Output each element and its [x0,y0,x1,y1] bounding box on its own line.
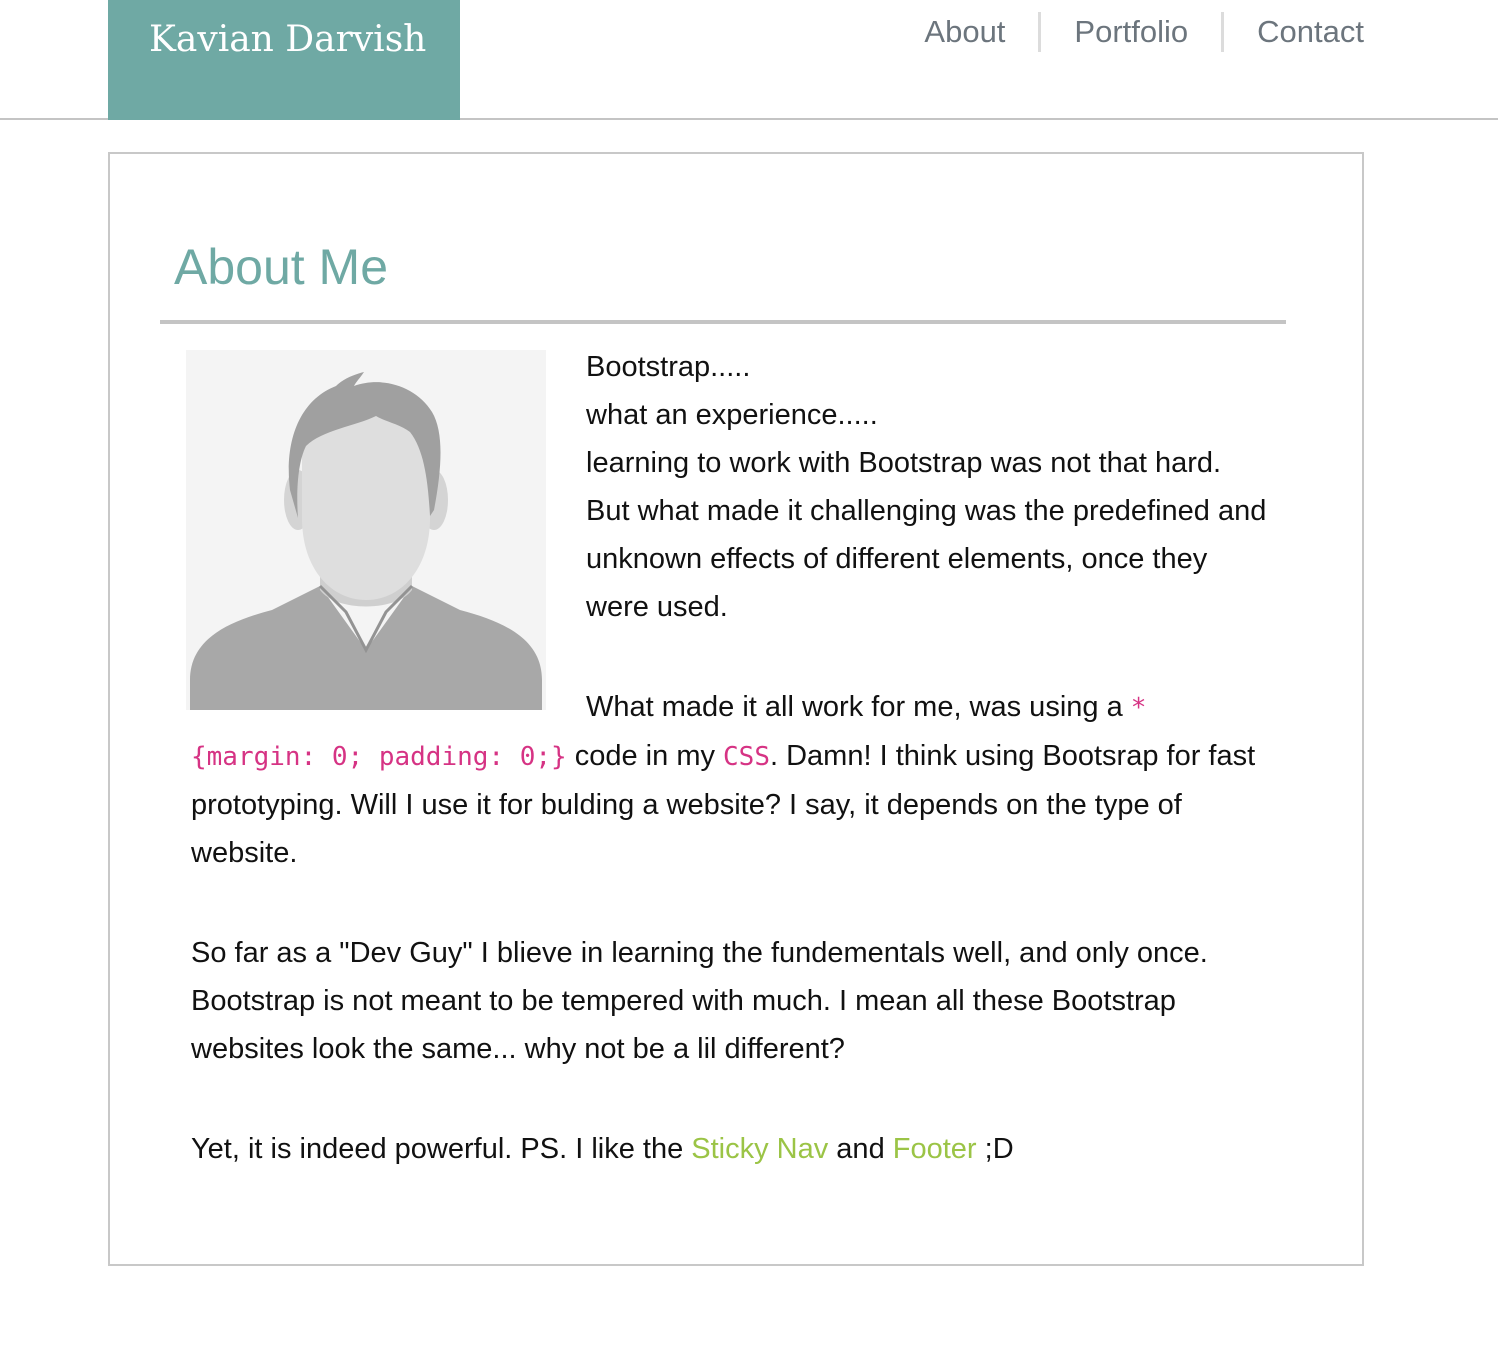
sticky-nav-link[interactable]: Sticky Nav [691,1133,828,1165]
about-card: About Me Bootstrap..... what an experien… [108,152,1364,1266]
css-text-b: code in my [566,740,724,772]
about-content: Bootstrap..... what an experience..... l… [186,350,1271,1225]
powerful-text-c: ;D [976,1133,1014,1165]
intro-line-1: Bootstrap..... [586,351,751,383]
title-divider [160,320,1286,324]
code-css: CSS [723,742,770,772]
avatar [186,350,546,710]
paragraph-powerful: Yet, it is indeed powerful. PS. I like t… [191,1125,1271,1173]
nav-about[interactable]: About [924,12,1005,52]
nav-divider [1221,12,1225,52]
paragraph-dev-guy: So far as a "Dev Guy" I blieve in learni… [191,937,1208,1065]
css-text-a: What made it all work for me, was using … [586,691,1131,723]
powerful-text-a: Yet, it is indeed powerful. PS. I like t… [191,1133,692,1165]
brand-logo[interactable]: Kavian Darvish [108,0,460,120]
paragraph-css: What made it all work for me, was using … [191,683,1271,877]
main-nav: About Portfolio Contact [924,12,1364,52]
nav-portfolio[interactable]: Portfolio [1074,12,1188,52]
intro-line-2: what an experience..... [586,399,878,431]
person-placeholder-icon [186,350,546,710]
powerful-text-b: and [828,1133,893,1165]
nav-contact[interactable]: Contact [1257,12,1364,52]
footer-link[interactable]: Footer [893,1133,977,1165]
intro-line-3: learning to work with Bootstrap was not … [586,447,1267,623]
page-title: About Me [174,239,389,295]
site-header: Kavian Darvish About Portfolio Contact [0,0,1498,120]
nav-divider [1038,12,1042,52]
